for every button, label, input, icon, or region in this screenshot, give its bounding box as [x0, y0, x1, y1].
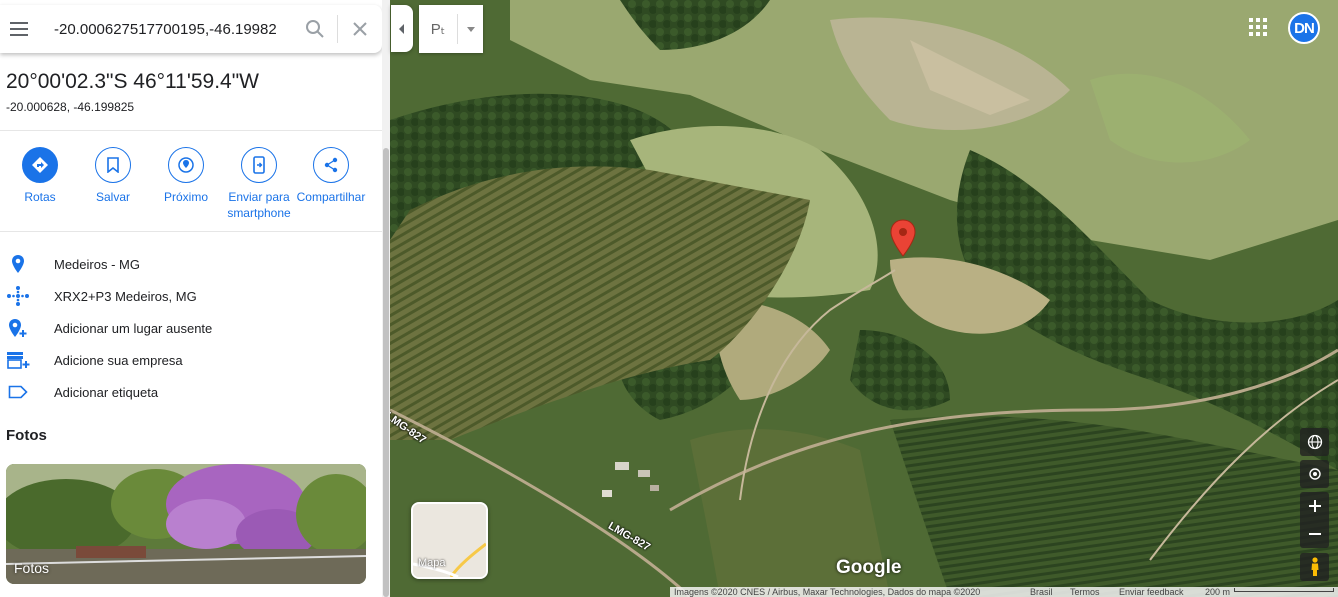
globe-view-button[interactable]: [1300, 428, 1329, 456]
divider: [0, 231, 382, 232]
street-view-pegman[interactable]: [1300, 553, 1329, 581]
nearby-button[interactable]: Próximo: [149, 147, 223, 205]
my-location-button[interactable]: [1300, 460, 1329, 488]
address-text: Medeiros - MG: [54, 256, 140, 272]
search-box[interactable]: -20.000627517700195,-46.19982: [0, 5, 382, 53]
plus-code-icon: [7, 286, 29, 306]
scale-bar: [1234, 588, 1334, 592]
label-icon: [8, 385, 28, 399]
transliteration-icon: Pₜ: [430, 21, 446, 38]
minus-icon: [1308, 533, 1321, 535]
map-layer-toggle[interactable]: Mapa: [411, 502, 488, 579]
add-business-icon: [7, 352, 30, 369]
apps-grid-icon[interactable]: [1248, 17, 1268, 37]
add-missing-place-row[interactable]: Adicionar um lugar ausente: [0, 312, 382, 344]
attribution-text: Imagens ©2020 CNES / Airbus, Maxar Techn…: [674, 587, 981, 597]
save-label: Salvar: [95, 190, 130, 204]
account-avatar[interactable]: DN: [1288, 12, 1320, 44]
pegman-icon: [1311, 557, 1318, 576]
place-decimal-coordinates: -20.000628, -46.199825: [6, 100, 135, 114]
satellite-imagery: [390, 0, 1338, 597]
add-label-text: Adicionar etiqueta: [54, 384, 159, 400]
bookmark-icon: [107, 157, 119, 173]
my-location-icon: [1308, 468, 1321, 480]
action-buttons: Rotas Salvar Próximo Enviar para smartph…: [0, 147, 382, 227]
place-title: 20°00'02.3"S 46°11'59.4"W: [6, 70, 260, 93]
share-button[interactable]: Compartilhar: [295, 147, 367, 205]
photos-caption: Fotos: [14, 560, 50, 576]
address-row[interactable]: Medeiros - MG: [0, 248, 382, 280]
send-to-phone-label: Enviar para smartphone: [227, 190, 291, 220]
location-marker-icon[interactable]: [889, 219, 917, 257]
nearby-icon: [178, 157, 194, 173]
collapse-panel-button[interactable]: [391, 5, 413, 52]
google-logo: Google: [836, 557, 902, 578]
directions-icon: [32, 157, 48, 173]
clear-search-button[interactable]: [338, 5, 382, 53]
chevron-down-icon: [466, 26, 475, 32]
globe-icon: [1307, 434, 1322, 450]
nearby-label: Próximo: [163, 190, 208, 204]
country-link[interactable]: Brasil: [1030, 587, 1053, 597]
send-to-phone-icon: [253, 156, 265, 174]
side-panel: -20.000627517700195,-46.19982 20°00'02.3…: [0, 0, 382, 597]
share-icon: [324, 157, 338, 173]
send-feedback-link[interactable]: Enviar feedback: [1119, 587, 1184, 597]
add-place-icon: [9, 319, 27, 337]
save-button[interactable]: Salvar: [76, 147, 150, 205]
satellite-map[interactable]: LMG-827 LMG-827: [390, 0, 1338, 597]
directions-label: Rotas: [24, 190, 56, 204]
add-business-text: Adicione sua empresa: [54, 352, 183, 368]
maps-app: LMG-827 LMG-827 -20.000627517700195,-46.…: [0, 0, 1338, 597]
plus-icon: [1308, 500, 1321, 512]
scale-label[interactable]: 200 m: [1205, 587, 1230, 597]
map-footer: Imagens ©2020 CNES / Airbus, Maxar Techn…: [670, 587, 1338, 597]
scrollbar-thumb[interactable]: [383, 148, 389, 597]
photo-thumbnail[interactable]: Fotos: [6, 464, 366, 584]
photos-heading: Fotos: [6, 427, 47, 444]
divider: [0, 130, 382, 131]
caret-left-icon: [399, 23, 404, 34]
zoom-in-button[interactable]: [1300, 492, 1329, 520]
send-to-phone-button[interactable]: Enviar para smartphone: [222, 147, 296, 221]
menu-button[interactable]: [2, 5, 36, 53]
search-button[interactable]: [293, 5, 337, 53]
input-tools-dropdown[interactable]: [458, 26, 483, 32]
hamburger-icon: [10, 22, 28, 36]
zoom-out-button[interactable]: [1300, 520, 1329, 548]
share-label: Compartilhar: [296, 190, 366, 204]
close-icon: [353, 22, 367, 36]
add-label-row[interactable]: Adicionar etiqueta: [0, 376, 382, 408]
search-input[interactable]: -20.000627517700195,-46.19982: [36, 21, 293, 38]
garden-photo: [6, 464, 366, 584]
panel-scrollbar[interactable]: [382, 0, 390, 597]
map-layer-label: Mapa: [418, 557, 446, 569]
add-business-row[interactable]: Adicione sua empresa: [0, 344, 382, 376]
add-missing-place-text: Adicionar um lugar ausente: [54, 320, 213, 336]
terms-link[interactable]: Termos: [1070, 587, 1100, 597]
location-pin-icon: [12, 255, 24, 273]
plus-code-row[interactable]: XRX2+P3 Medeiros, MG: [0, 280, 382, 312]
search-icon: [306, 20, 324, 38]
input-tools-button[interactable]: Pₜ: [419, 5, 483, 53]
directions-button[interactable]: Rotas: [3, 147, 77, 205]
plus-code-text: XRX2+P3 Medeiros, MG: [54, 288, 197, 304]
